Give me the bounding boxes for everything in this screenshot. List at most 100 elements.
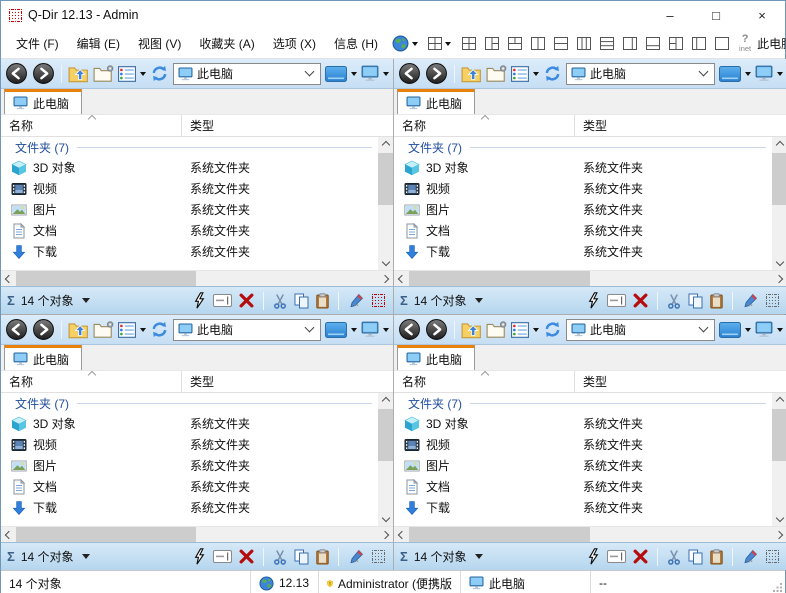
address-dropdown-icon[interactable] <box>699 323 709 333</box>
menu-this-pc[interactable]: 此电脑 <box>757 35 786 52</box>
count-dropdown-icon[interactable] <box>82 554 90 559</box>
vertical-scroll-thumb[interactable] <box>378 153 393 205</box>
scroll-left-icon[interactable] <box>398 531 406 539</box>
delete-button[interactable] <box>633 293 648 308</box>
horizontal-scrollbar[interactable] <box>394 526 786 542</box>
scroll-up-icon[interactable] <box>775 397 783 405</box>
file-row[interactable]: 下载 系统文件夹 <box>1 241 378 262</box>
address-combobox[interactable]: 此电脑 <box>173 63 321 85</box>
paste-button[interactable] <box>710 293 723 309</box>
column-type[interactable]: 类型 <box>182 371 393 392</box>
paste-button[interactable] <box>316 293 329 309</box>
file-row[interactable]: 视频 系统文件夹 <box>1 434 378 455</box>
vertical-scroll-thumb[interactable] <box>772 409 786 461</box>
vertical-scrollbar[interactable] <box>378 393 393 526</box>
active-pane-indicator-icon[interactable] <box>372 550 385 563</box>
file-row[interactable]: 图片 系统文件夹 <box>394 455 772 476</box>
folder-up-button[interactable] <box>68 65 89 83</box>
flash-actions-button[interactable] <box>193 548 206 565</box>
monitor-view-dropdown-icon[interactable] <box>383 72 389 76</box>
scroll-right-icon[interactable] <box>381 275 389 283</box>
scroll-up-icon[interactable] <box>775 141 783 149</box>
horizontal-scrollbar[interactable] <box>394 270 786 286</box>
column-name[interactable]: 名称 <box>394 371 575 392</box>
desktop-view-dropdown-icon[interactable] <box>351 72 357 76</box>
group-header[interactable]: 文件夹 (7) <box>394 137 772 157</box>
tab-this-pc[interactable]: 此电脑 <box>397 345 475 370</box>
cut-button[interactable] <box>273 293 287 309</box>
paste-button[interactable] <box>316 549 329 565</box>
delete-button[interactable] <box>239 293 254 308</box>
address-combobox[interactable]: 此电脑 <box>566 63 715 85</box>
flash-actions-button[interactable] <box>193 292 206 309</box>
copy-button[interactable] <box>688 549 703 565</box>
monitor-view-dropdown-icon[interactable] <box>777 72 783 76</box>
magic-rename-button[interactable]: ** <box>348 549 365 565</box>
layout-dropdown-icon[interactable] <box>445 42 451 46</box>
new-folder-button[interactable] <box>486 321 507 339</box>
layout-two-rows-wide-top-icon[interactable] <box>646 37 660 50</box>
address-combobox[interactable]: 此电脑 <box>173 319 321 341</box>
column-name[interactable]: 名称 <box>394 115 575 136</box>
layout-two-rows-icon[interactable] <box>554 37 568 50</box>
desktop-view-button[interactable] <box>719 66 741 82</box>
file-row[interactable]: 下载 系统文件夹 <box>394 497 772 518</box>
back-button[interactable] <box>398 62 421 85</box>
back-button[interactable] <box>398 318 421 341</box>
scroll-left-icon[interactable] <box>5 531 13 539</box>
view-mode-dropdown-icon[interactable] <box>533 72 539 76</box>
group-header[interactable]: 文件夹 (7) <box>394 393 772 413</box>
file-row[interactable]: 3D 对象 系统文件夹 <box>1 413 378 434</box>
vertical-scrollbar[interactable] <box>772 393 786 526</box>
scroll-left-icon[interactable] <box>398 275 406 283</box>
cut-button[interactable] <box>667 549 681 565</box>
layout-selector-button[interactable] <box>423 29 456 58</box>
copy-button[interactable] <box>294 549 309 565</box>
active-pane-indicator-icon[interactable] <box>766 294 779 307</box>
horizontal-scroll-thumb[interactable] <box>409 271 590 286</box>
file-row[interactable]: 视频 系统文件夹 <box>394 434 772 455</box>
view-mode-button[interactable] <box>511 66 529 82</box>
desktop-view-dropdown-icon[interactable] <box>745 72 751 76</box>
menu-view[interactable]: 视图 (V) <box>129 29 190 58</box>
refresh-button[interactable] <box>150 320 169 339</box>
magic-rename-button[interactable]: ** <box>348 293 365 309</box>
column-type[interactable]: 类型 <box>182 115 393 136</box>
address-dropdown-icon[interactable] <box>699 67 709 77</box>
horizontal-scroll-thumb[interactable] <box>16 271 196 286</box>
flash-actions-button[interactable] <box>587 292 600 309</box>
desktop-view-dropdown-icon[interactable] <box>745 328 751 332</box>
active-pane-indicator-icon[interactable] <box>372 294 385 307</box>
folder-up-button[interactable] <box>68 321 89 339</box>
desktop-view-button[interactable] <box>325 66 347 82</box>
monitor-view-button[interactable] <box>755 321 773 338</box>
new-folder-button[interactable] <box>93 65 114 83</box>
copy-button[interactable] <box>294 293 309 309</box>
count-dropdown-icon[interactable] <box>82 298 90 303</box>
desktop-view-button[interactable] <box>719 322 741 338</box>
file-row[interactable]: 图片 系统文件夹 <box>1 455 378 476</box>
menu-options[interactable]: 选项 (X) <box>264 29 325 58</box>
language-dropdown-icon[interactable] <box>412 42 418 46</box>
file-row[interactable]: 文档 系统文件夹 <box>394 220 772 241</box>
vertical-scrollbar[interactable] <box>772 137 786 270</box>
column-name[interactable]: 名称 <box>1 371 182 392</box>
rename-button[interactable] <box>213 294 232 307</box>
layout-right-split-icon[interactable] <box>485 37 499 50</box>
cut-button[interactable] <box>667 293 681 309</box>
horizontal-scrollbar[interactable] <box>1 526 393 542</box>
rename-button[interactable] <box>607 550 626 563</box>
view-mode-button[interactable] <box>118 66 136 82</box>
layout-two-columns-icon[interactable] <box>531 37 545 50</box>
active-pane-indicator-icon[interactable] <box>766 550 779 563</box>
horizontal-scroll-thumb[interactable] <box>409 527 590 542</box>
tab-this-pc[interactable]: 此电脑 <box>4 89 82 114</box>
refresh-button[interactable] <box>543 64 562 83</box>
magic-rename-button[interactable]: ** <box>742 549 759 565</box>
desktop-view-dropdown-icon[interactable] <box>351 328 357 332</box>
maximize-button[interactable]: □ <box>693 1 739 29</box>
forward-button[interactable] <box>425 318 448 341</box>
view-mode-dropdown-icon[interactable] <box>140 72 146 76</box>
address-dropdown-icon[interactable] <box>305 323 315 333</box>
close-button[interactable]: × <box>739 1 785 29</box>
